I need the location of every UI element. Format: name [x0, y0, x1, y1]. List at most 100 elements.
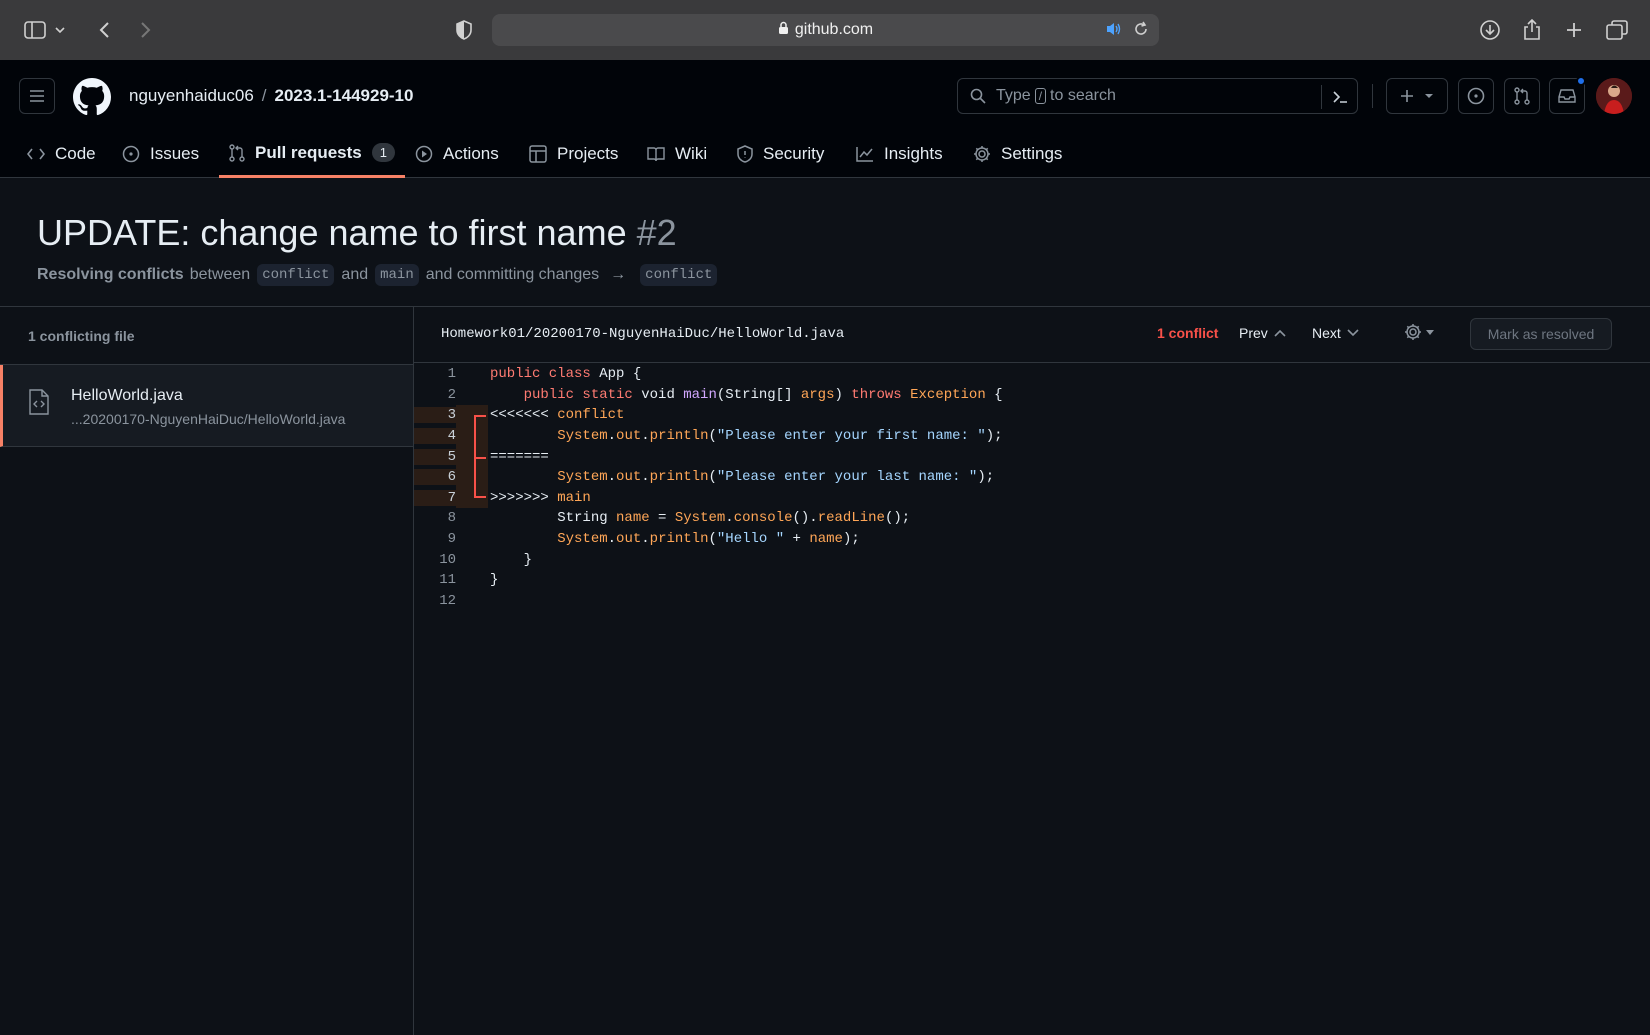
speaker-icon[interactable] — [1105, 21, 1123, 42]
sidebar-toggle-icon[interactable] — [22, 17, 48, 43]
code-token: main — [683, 386, 717, 403]
new-tab-icon[interactable] — [1561, 17, 1587, 43]
conflict-code-line[interactable]: 7 >>>>>>> main — [414, 487, 1650, 509]
owner-link[interactable]: nguyenhaiduc06 — [129, 86, 254, 105]
code-token: main — [557, 489, 591, 506]
code-line[interactable]: 1 public class App { — [414, 364, 1650, 385]
privacy-shield-icon[interactable] — [451, 17, 477, 43]
tab-actions-label: Actions — [443, 144, 499, 163]
inbox-icon — [1558, 89, 1576, 103]
code-token: + — [784, 531, 810, 548]
conflict-marker — [474, 446, 486, 467]
code-token: println — [649, 469, 709, 486]
conflicting-files-sidebar: 1 conflicting file HelloWorld.java ...20… — [0, 307, 414, 1035]
code-token: console — [733, 510, 793, 527]
tab-issues[interactable]: Issues — [122, 130, 199, 178]
reload-icon[interactable] — [1133, 20, 1149, 43]
code-token: } — [490, 551, 533, 568]
conflicting-file-item[interactable]: HelloWorld.java ...20200170-NguyenHaiDuc… — [0, 365, 413, 447]
code-token: = — [649, 510, 675, 527]
play-icon — [415, 145, 433, 163]
url-text: github.com — [794, 21, 874, 38]
github-logo-icon[interactable] — [73, 78, 111, 116]
line-gutter — [456, 385, 488, 406]
code-line[interactable]: 8 String name = System.console().readLin… — [414, 508, 1650, 529]
line-source: >>>>>>> main — [488, 490, 591, 506]
graph-icon — [856, 146, 874, 162]
code-token: conflict — [557, 407, 625, 424]
code-line[interactable]: 10 } — [414, 549, 1650, 570]
line-gutter — [456, 405, 488, 426]
tab-insights[interactable]: Insights — [856, 130, 943, 178]
tab-actions[interactable]: Actions — [415, 130, 499, 178]
prev-label: Prev — [1239, 325, 1268, 341]
code-token: ( — [708, 531, 717, 548]
line-number: 5 — [414, 448, 456, 465]
tab-settings[interactable]: Settings — [973, 130, 1062, 178]
code-view[interactable]: 1 public class App {2 public static void … — [414, 364, 1650, 611]
editor-settings-button[interactable] — [1404, 323, 1434, 341]
notification-indicator — [1576, 76, 1586, 86]
line-number: 3 — [414, 407, 456, 424]
chevron-down-icon[interactable] — [52, 17, 68, 43]
issues-button[interactable] — [1458, 78, 1494, 114]
code-token: ( — [708, 428, 717, 445]
pull-requests-button[interactable] — [1504, 78, 1540, 114]
code-line[interactable]: 2 public static void main(String[] args)… — [414, 385, 1650, 406]
back-icon[interactable] — [92, 17, 118, 43]
search-placeholder-prefix: Type — [996, 87, 1031, 104]
line-gutter — [456, 508, 488, 529]
repo-link[interactable]: 2023.1-144929-10 — [275, 86, 414, 105]
code-token: throws — [851, 386, 911, 403]
conflict-code-line[interactable]: 3 <<<<<<< conflict — [414, 405, 1650, 426]
target-branch-label: conflict — [640, 264, 718, 286]
line-gutter — [456, 466, 488, 488]
forward-icon[interactable] — [132, 17, 158, 43]
line-gutter — [456, 591, 488, 612]
line-source: System.out.println("Please enter your fi… — [488, 428, 1002, 445]
code-token: . — [641, 428, 650, 445]
tab-security[interactable]: Security — [737, 130, 824, 178]
conflict-code-line[interactable]: 6 System.out.println("Please enter your … — [414, 466, 1650, 488]
conflict-code-line[interactable]: 5 ======= — [414, 446, 1650, 467]
line-number: 1 — [447, 366, 456, 383]
line-gutter — [456, 446, 488, 467]
tab-projects[interactable]: Projects — [529, 130, 618, 178]
prev-conflict-button[interactable]: Prev — [1239, 325, 1286, 341]
code-token: public static — [490, 386, 642, 403]
code-token: println — [649, 428, 709, 445]
tab-overview-icon[interactable] — [1604, 17, 1630, 43]
next-conflict-button[interactable]: Next — [1312, 325, 1359, 341]
tab-insights-label: Insights — [884, 144, 943, 163]
address-bar[interactable]: github.com — [492, 14, 1159, 46]
code-token: args — [800, 386, 835, 403]
code-token: Exception — [910, 386, 986, 403]
search-input[interactable]: Type / to search — [957, 78, 1358, 114]
tab-code[interactable]: Code — [27, 130, 96, 178]
tab-settings-label: Settings — [1001, 144, 1063, 163]
conflict-marker — [474, 425, 486, 447]
code-line[interactable]: 12 — [414, 591, 1650, 612]
conflict-code-line[interactable]: 4 System.out.println("Please enter your … — [414, 425, 1650, 447]
code-token: System — [557, 428, 608, 445]
command-palette-icon[interactable] — [1321, 85, 1357, 109]
resolving-label: Resolving conflicts — [37, 266, 184, 283]
conflict-marker — [474, 487, 486, 498]
conflicting-file-name: HelloWorld.java — [71, 387, 183, 404]
avatar[interactable] — [1596, 78, 1632, 114]
mark-as-resolved-button[interactable]: Mark as resolved — [1470, 318, 1612, 350]
pr-number: #2 — [636, 212, 677, 253]
code-line[interactable]: 11} — [414, 570, 1650, 591]
code-token: readLine — [817, 510, 885, 527]
tab-pull-requests[interactable]: Pull requests 1 — [219, 130, 405, 178]
download-icon[interactable] — [1477, 17, 1503, 43]
create-new-button[interactable] — [1386, 78, 1448, 114]
tab-wiki[interactable]: Wiki — [647, 130, 707, 178]
code-token: name — [809, 531, 843, 548]
code-token: . — [607, 469, 617, 486]
share-icon[interactable] — [1519, 17, 1545, 43]
committing-text: and committing changes — [425, 266, 600, 283]
browser-toolbar: github.com — [0, 0, 1650, 60]
hamburger-menu-button[interactable] — [19, 78, 55, 114]
code-line[interactable]: 9 System.out.println("Hello " + name); — [414, 529, 1650, 550]
